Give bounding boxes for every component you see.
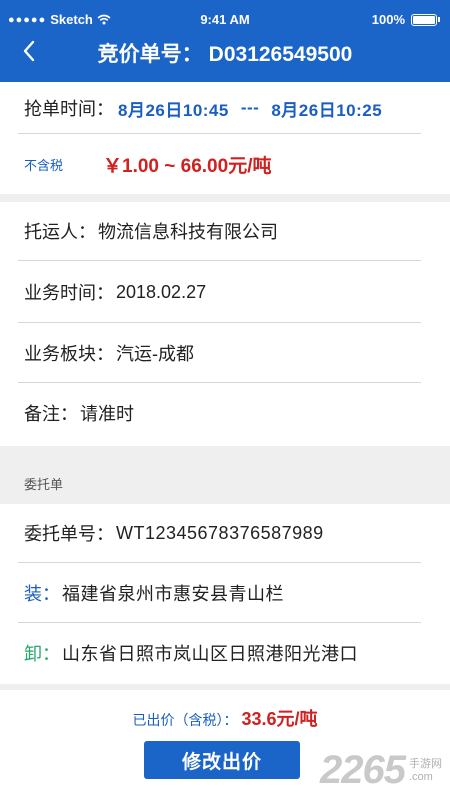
grab-time-end: 8月26日10:25 (271, 100, 383, 120)
modify-bid-button[interactable]: 修改出价 (144, 741, 300, 779)
tax-label: 不含税 (24, 157, 64, 173)
title-prefix: 竞价单号： (97, 43, 203, 66)
note-value: 请准时 (80, 404, 134, 424)
unload-address: 山东省日照市岚山区日照港阳光港口 (62, 644, 358, 664)
watermark-suffix: .com (409, 770, 433, 783)
unload-row: 卸： 山东省日照市岚山区日照港阳光港口 (0, 624, 450, 682)
biz-time-label: 业务时间： (24, 283, 114, 303)
grab-time-row: 抢单时间： 8月26日10:45 --- 8月26日10:25 (0, 84, 450, 132)
watermark-number: 2265 (320, 748, 406, 792)
consignment-number-row: 委托单号： WT12345678376587989 (0, 504, 450, 562)
biz-time-row: 业务时间： 2018.02.27 (0, 262, 450, 322)
header-bar: ●●●●● Sketch 9:41 AM 100% 竞价单号： D03126549… (0, 0, 450, 82)
price-row: 不含税 ￥1.00 ~ 66.00元/吨 (0, 140, 450, 188)
note-label: 备注： (24, 404, 78, 424)
bid-value: 33.6元/吨 (241, 709, 318, 729)
consignment-number-label: 委托单号： (24, 524, 114, 544)
grab-time-label: 抢单时间： (24, 99, 114, 119)
divider (18, 133, 421, 134)
grab-time-separator: --- (240, 98, 260, 117)
order-number: D03126549500 (208, 43, 353, 66)
biz-segment-value: 汽运-成都 (116, 344, 194, 364)
consignment-number-value: WT12345678376587989 (116, 522, 324, 543)
section-gap (0, 194, 450, 202)
divider (18, 382, 421, 383)
watermark-logo: 2265 手游网 .com (320, 748, 442, 793)
battery-icon (411, 13, 437, 26)
watermark-text: 手游网 (409, 757, 442, 770)
status-bar: ●●●●● Sketch 9:41 AM 100% (0, 10, 450, 30)
note-row: 备注： 请准时 (0, 384, 450, 442)
price-range: ￥1.00 ~ 66.00元/吨 (103, 155, 272, 177)
divider (18, 562, 421, 563)
divider (18, 322, 421, 323)
shipper-value: 物流信息科技有限公司 (98, 222, 278, 242)
divider (18, 622, 421, 623)
consignment-section-title: 委托单 (24, 476, 64, 492)
section-gap (0, 684, 450, 690)
biz-segment-label: 业务板块： (24, 344, 114, 364)
grab-time-start: 8月26日10:45 (118, 100, 229, 120)
load-label: 装： (24, 584, 60, 604)
page-title: 竞价单号： D03126549500 (0, 38, 450, 68)
load-row: 装： 福建省泉州市惠安县青山栏 (0, 564, 450, 622)
bid-info: 已出价（含税）： 33.6元/吨 (0, 705, 450, 731)
unload-label: 卸： (24, 644, 60, 664)
bid-label: 已出价（含税）： (132, 712, 238, 728)
biz-time-value: 2018.02.27 (116, 281, 207, 302)
shipper-row: 托运人： 物流信息科技有限公司 (0, 202, 450, 260)
biz-segment-row: 业务板块： 汽运-成都 (0, 324, 450, 382)
consignment-section-title-row: 委托单 (0, 468, 450, 498)
divider (18, 260, 421, 261)
shipper-label: 托运人： (24, 222, 96, 242)
battery-percent: 100% (371, 12, 405, 27)
load-address: 福建省泉州市惠安县青山栏 (62, 584, 284, 604)
